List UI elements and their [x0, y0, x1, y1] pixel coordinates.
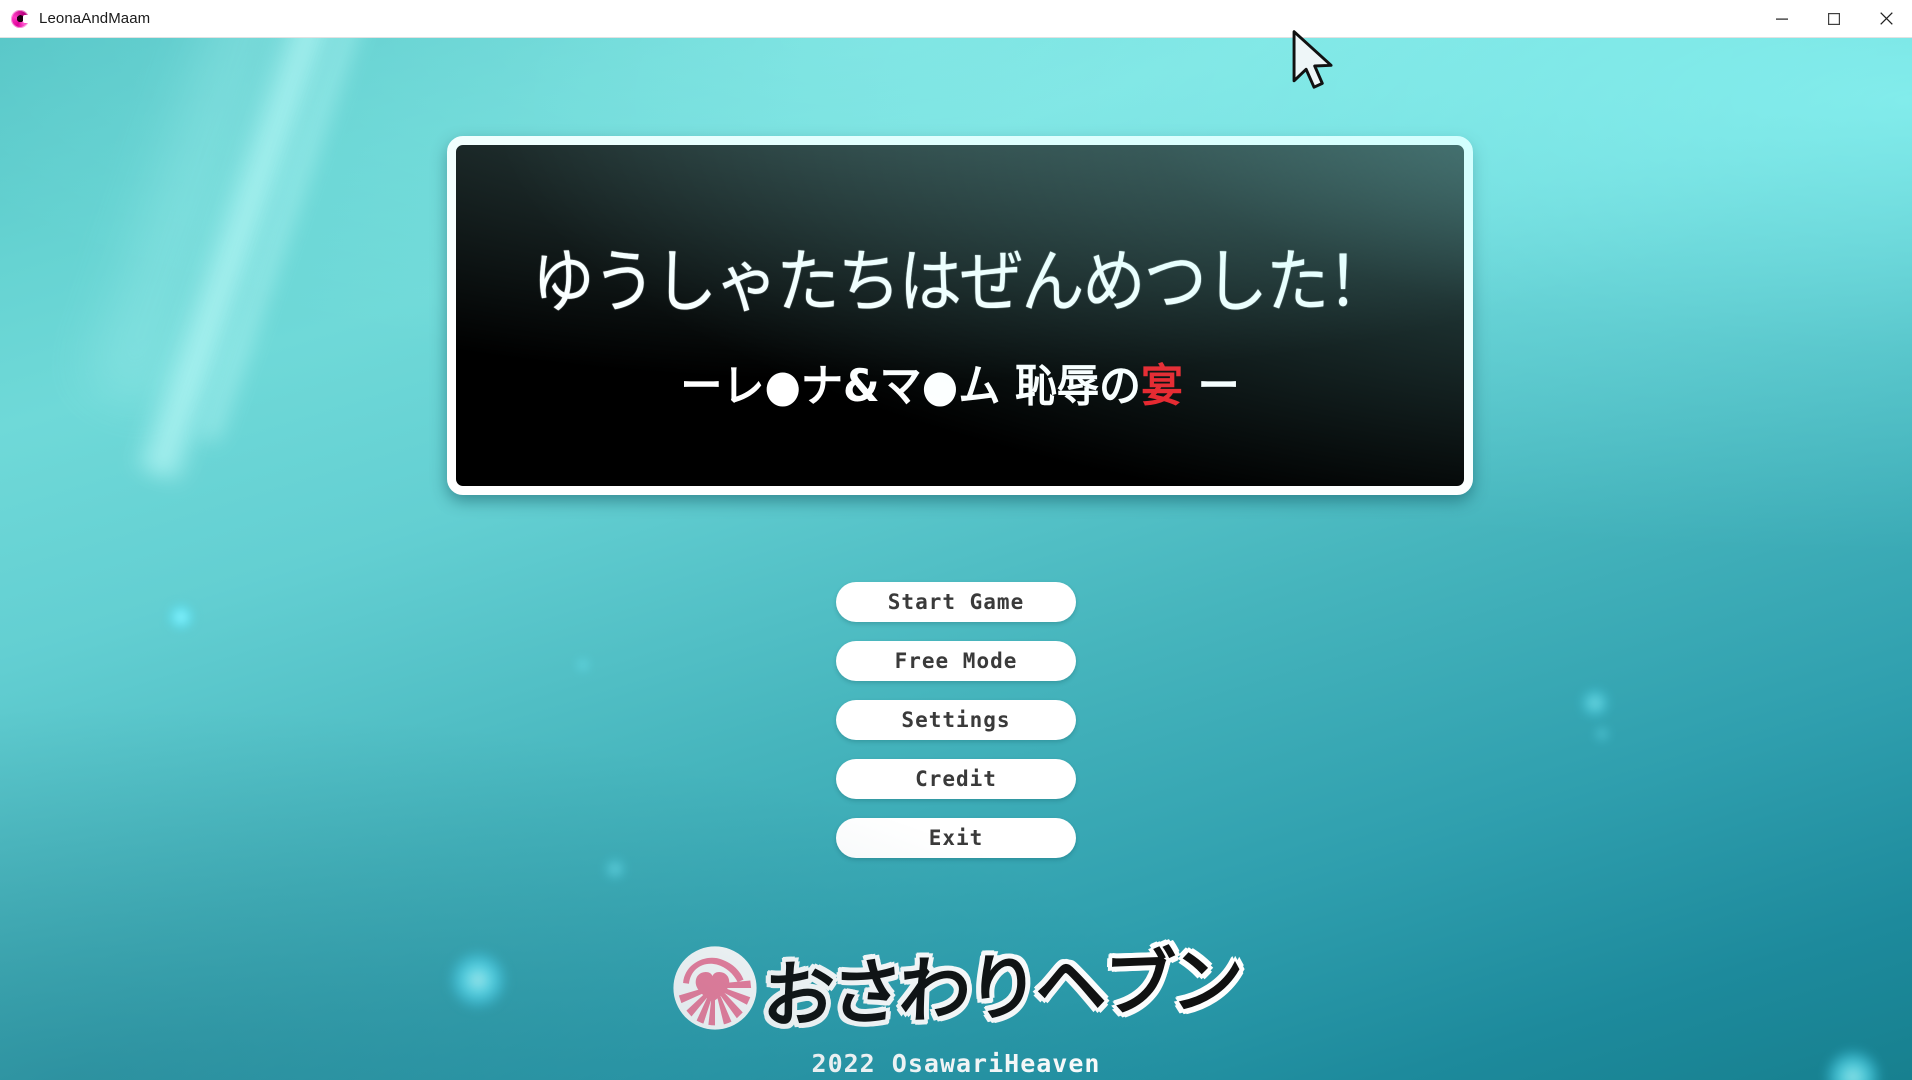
window-title: LeonaAndMaam	[39, 10, 151, 27]
menu-button-exit[interactable]: Exit	[836, 818, 1076, 858]
bokeh-particle	[604, 858, 626, 880]
game-subtitle: ーレ●ナ&マ●ム 恥辱の宴 ー	[680, 363, 1239, 408]
brand-wordmark: おさわりヘブン	[761, 937, 1241, 1039]
menu-button-credit[interactable]: Credit	[836, 759, 1076, 799]
light-streak-main	[128, 38, 389, 485]
copyright-text: 2022 OsawariHeaven	[811, 1049, 1101, 1078]
brand-footer: おさわりヘブン 2022 OsawariHeaven	[0, 933, 1912, 1078]
application-window: LeonaAndMaam ゆうしゃたちはぜんめつした！ ーレ●ナ&マ●ム 恥辱の…	[0, 0, 1912, 1080]
menu-button-start-game[interactable]: Start Game	[836, 582, 1076, 622]
maximize-icon	[1828, 12, 1840, 25]
subtitle-accent: 宴	[1140, 359, 1183, 411]
minimize-button[interactable]	[1756, 0, 1808, 38]
menu-button-free-mode[interactable]: Free Mode	[836, 641, 1076, 681]
close-button[interactable]	[1860, 0, 1912, 38]
light-streak-wide	[67, 38, 355, 414]
light-streak-thin	[196, 38, 417, 444]
minimize-icon	[1776, 18, 1788, 20]
subtitle-prefix: ーレ●ナ&マ●ム 恥辱の	[680, 359, 1141, 411]
title-card: ゆうしゃたちはぜんめつした！ ーレ●ナ&マ●ム 恥辱の宴 ー	[447, 136, 1473, 495]
window-controls	[1756, 0, 1912, 38]
maximize-button[interactable]	[1808, 0, 1860, 38]
close-icon	[1879, 12, 1893, 25]
window-titlebar: LeonaAndMaam	[0, 0, 1912, 38]
app-logo-icon	[10, 9, 30, 29]
game-main-title: ゆうしゃたちはぜんめつした！	[531, 240, 1391, 322]
main-menu: Start Game Free Mode Settings Credit Exi…	[0, 582, 1912, 858]
brand-logo: おさわりヘブン	[673, 933, 1241, 1043]
menu-button-settings[interactable]: Settings	[836, 700, 1076, 740]
game-screen: ゆうしゃたちはぜんめつした！ ーレ●ナ&マ●ム 恥辱の宴 ー Start Gam…	[0, 38, 1912, 1080]
subtitle-suffix: ー	[1182, 359, 1240, 411]
heart-sunburst-icon	[673, 946, 757, 1030]
